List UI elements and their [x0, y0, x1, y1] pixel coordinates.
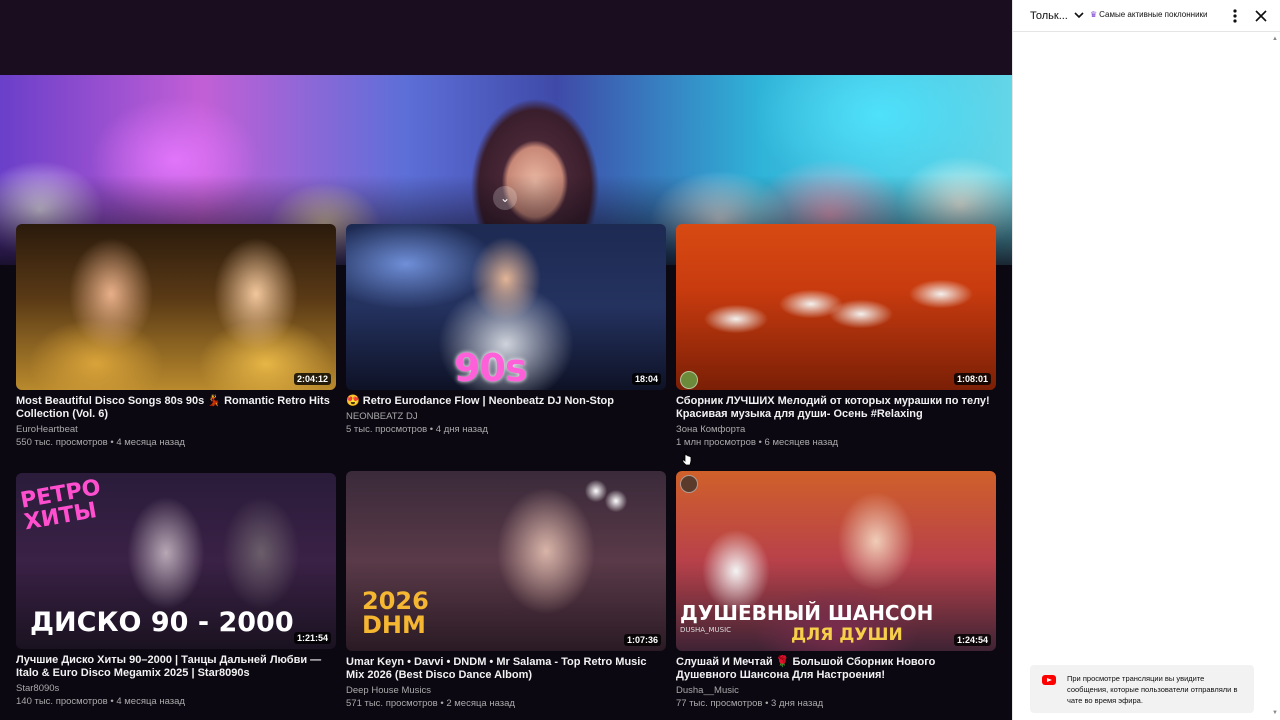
video-card-2[interactable]: 90s 18:04 😍 Retro Eurodance Flow | Neonb… [346, 224, 666, 436]
video-meta: 140 тыс. просмотров • 4 месяца назад [16, 696, 185, 707]
channel-avatar [680, 371, 698, 389]
thumbnail-watermark: DUSHA_MUSIC [680, 626, 732, 634]
duration-badge: 1:07:36 [623, 634, 661, 646]
video-thumbnail[interactable]: ДУШЕВНЫЙ ШАНСОН ДЛЯ ДУШИ DUSHA_MUSIC 1:2… [676, 471, 996, 651]
channel-name[interactable]: Зона Комфорта [676, 424, 996, 436]
player-top-band [0, 0, 1012, 75]
chat-mode-selector[interactable]: Тольк... [1030, 10, 1068, 22]
video-thumbnail[interactable]: 2:04:12 [16, 224, 336, 390]
video-title[interactable]: Umar Keyn • Davvi • DNDM • Mr Salama - T… [346, 656, 666, 682]
thumbnail-text-top: РЕТРО ХИТЫ [18, 475, 103, 536]
youtube-live-replay-page: ⌄ 2:04:12 Most Beautiful Disco Songs 80s… [0, 0, 1280, 720]
video-title[interactable]: Лучшие Диско Хиты 90–2000 | Танцы Дальне… [16, 654, 336, 680]
video-card-4[interactable]: РЕТРО ХИТЫ ДИСКО 90 - 2000 1:21:54 Лучши… [16, 473, 336, 708]
channel-name[interactable]: NEONBEATZ DJ [346, 411, 666, 423]
top-fans-label: Самые активные поклонники [1099, 10, 1208, 19]
close-icon[interactable] [1253, 8, 1269, 24]
scroll-down-icon[interactable]: ▼ [1272, 710, 1278, 716]
video-thumbnail[interactable]: 90s 18:04 [346, 224, 666, 390]
crown-icon: ♛ [1090, 10, 1098, 19]
video-title[interactable]: Most Beautiful Disco Songs 80s 90s 💃 Rom… [16, 395, 336, 421]
more-vert-icon[interactable] [1227, 7, 1243, 25]
channel-name[interactable]: EuroHeartbeat [16, 424, 336, 436]
video-meta: 571 тыс. просмотров • 2 месяца назад [346, 698, 515, 709]
video-card-1[interactable]: 2:04:12 Most Beautiful Disco Songs 80s 9… [16, 224, 336, 449]
video-thumbnail[interactable]: 2026 DHM 1:07:36 [346, 471, 666, 651]
duration-badge: 1:08:01 [953, 373, 991, 385]
duration-badge: 18:04 [631, 373, 661, 385]
thumbnail-text-2: DHM [362, 611, 426, 639]
video-title[interactable]: 😍 Retro Eurodance Flow | Neonbeatz DJ No… [346, 395, 666, 408]
duration-badge: 1:21:54 [293, 632, 331, 644]
video-card-3[interactable]: 1:08:01 Сборник ЛУЧШИХ Мелодий от которы… [676, 224, 996, 449]
channel-avatar [680, 475, 698, 493]
top-fans-chip[interactable]: ♛ Самые активные поклонники [1090, 10, 1208, 19]
duration-badge: 2:04:12 [293, 373, 331, 385]
live-chat-panel: Тольк... ♛ Самые активные поклонники ▲ ▼ … [1012, 0, 1280, 720]
thumbnail-text: 2026 [362, 587, 429, 615]
notice-text: При просмотре трансляции вы увидите сооб… [1067, 674, 1238, 705]
chevron-down-icon[interactable]: ⌄ [493, 186, 517, 210]
thumbnail-text: ДИСКО 90 - 2000 [30, 607, 294, 638]
video-thumbnail[interactable]: РЕТРО ХИТЫ ДИСКО 90 - 2000 1:21:54 [16, 473, 336, 649]
chat-scrollbar[interactable]: ▲ ▼ [1270, 32, 1280, 720]
chevron-down-icon[interactable] [1073, 9, 1085, 21]
channel-name[interactable]: Dusha__Music [676, 685, 996, 697]
channel-name[interactable]: Deep House Musics [346, 685, 666, 697]
thumbnail-text: 90s [454, 346, 527, 390]
video-title[interactable]: Сборник ЛУЧШИХ Мелодий от которых мурашк… [676, 395, 996, 421]
youtube-icon [1042, 675, 1056, 685]
video-meta: 550 тыс. просмотров • 4 месяца назад [16, 437, 185, 448]
video-meta: 77 тыс. просмотров • 3 дня назад [676, 698, 824, 709]
video-card-5[interactable]: 2026 DHM 1:07:36 Umar Keyn • Davvi • DND… [346, 471, 666, 710]
duration-badge: 1:24:54 [953, 634, 991, 646]
video-title[interactable]: Слушай И Мечтай 🌹 Большой Сборник Нового… [676, 656, 996, 682]
video-meta: 1 млн просмотров • 6 месяцев назад [676, 437, 839, 448]
video-meta: 5 тыс. просмотров • 4 дня назад [346, 424, 488, 435]
thumbnail-text: ДУШЕВНЫЙ ШАНСОН [680, 601, 934, 625]
chat-header: Тольк... ♛ Самые активные поклонники [1013, 0, 1280, 32]
mouse-pointer-icon [682, 450, 692, 466]
video-player-end-screen[interactable]: ⌄ 2:04:12 Most Beautiful Disco Songs 80s… [0, 0, 1012, 720]
video-thumbnail[interactable]: 1:08:01 [676, 224, 996, 390]
video-card-6[interactable]: ДУШЕВНЫЙ ШАНСОН ДЛЯ ДУШИ DUSHA_MUSIC 1:2… [676, 471, 996, 710]
thumbnail-text-2: ДЛЯ ДУШИ [791, 625, 903, 645]
chat-replay-notice: При просмотре трансляции вы увидите сооб… [1030, 665, 1254, 713]
scroll-up-icon[interactable]: ▲ [1272, 36, 1278, 42]
channel-name[interactable]: Star8090s [16, 683, 336, 695]
